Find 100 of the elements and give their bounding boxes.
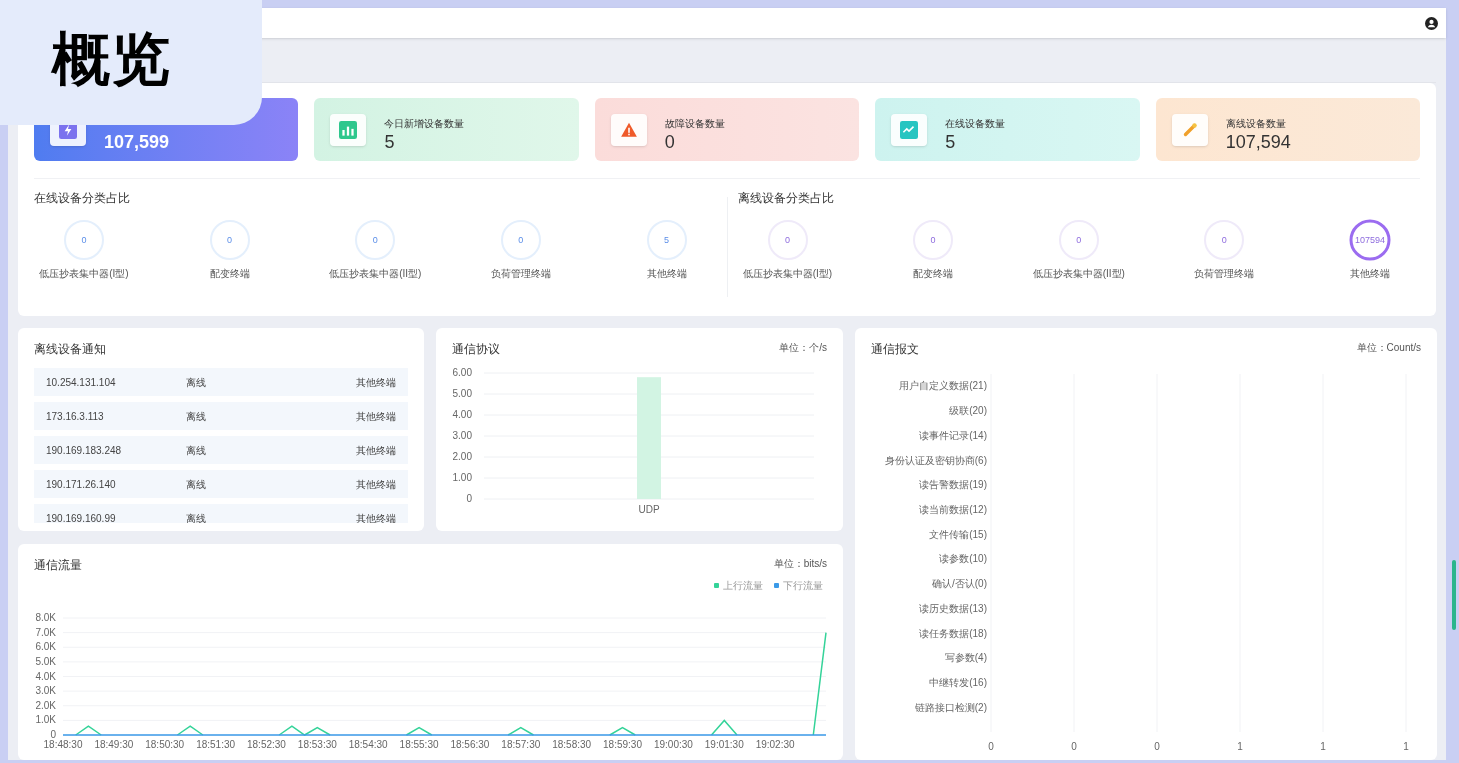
axis-label: 0	[50, 729, 56, 740]
device-type: 其他终端	[356, 375, 396, 390]
axis-label: 5.00	[452, 388, 472, 399]
gauge-label: 低压抄表集中器(I型)	[38, 268, 130, 280]
monitor-icon	[900, 120, 919, 139]
legend-label: 下行流量	[783, 580, 823, 591]
axis-label: 18:55:30	[399, 739, 439, 750]
axis-label: 0	[1154, 741, 1160, 752]
stat-label: 在线设备数量	[945, 117, 1006, 130]
gauge-label: 低压抄表集中器(II型)	[1031, 268, 1126, 280]
axis-label: 读任务数据(18)	[919, 627, 987, 639]
notice-row[interactable]: 190.169.160.99 离线 其他终端	[34, 504, 408, 523]
axis-label: 4.00	[452, 409, 472, 420]
axis-label: 1	[1237, 741, 1243, 752]
axis-label: 18:49:30	[94, 739, 134, 750]
notice-row[interactable]: 190.171.26.140 离线 其他终端	[34, 470, 408, 498]
stat-value: 107,594	[1225, 131, 1291, 154]
gauge-value: 0	[930, 235, 936, 245]
axis-label: 链路接口检测(2)	[914, 701, 987, 713]
ip-address: 190.169.160.99	[46, 511, 117, 523]
notice-row[interactable]: 10.254.131.104 离线 其他终端	[34, 368, 408, 396]
unit-label: 单位：Count/s	[1356, 341, 1421, 355]
unit-label: 单位：bits/s	[773, 557, 827, 571]
section-title: 在线设备分类占比	[34, 190, 131, 207]
bar-chart-icon	[339, 120, 358, 139]
gauge-value: 0	[227, 235, 233, 245]
axis-label: 18:52:30	[247, 739, 286, 750]
ip-address: 10.254.131.104	[46, 375, 117, 390]
gauge-label: 低压抄表集中器(I型)	[741, 268, 834, 280]
stat-value: 107,599	[104, 131, 170, 154]
page-title: 概览	[52, 25, 172, 93]
axis-label: 1.0K	[35, 714, 56, 726]
axis-label: 确认/否认(0)	[932, 578, 987, 590]
axis-label: 1	[1403, 741, 1409, 752]
axis-label: 3.0K	[35, 685, 56, 697]
panel-title: 离线设备通知	[34, 341, 107, 358]
axis-label: 6.0K	[35, 641, 56, 653]
panel-title: 通信流量	[34, 557, 82, 574]
legend-label: 上行流量	[723, 580, 763, 591]
axis-label: 3.00	[452, 430, 472, 441]
scrollbar-thumb[interactable]	[1452, 560, 1456, 630]
notice-row[interactable]: 190.169.183.248 离线 其他终端	[34, 436, 408, 464]
axis-label: 身份认证及密钥协商(6)	[884, 454, 987, 466]
axis-label: 18:50:30	[145, 739, 185, 750]
gauge-label: 配变终端	[912, 268, 955, 280]
status-text: 离线	[186, 443, 207, 458]
axis-label: UDP	[638, 504, 660, 515]
stat-label: 故障设备数量	[664, 117, 725, 130]
axis-label: 用户自定义数据(21)	[899, 380, 987, 392]
gauge-value: 0	[518, 235, 524, 245]
ip-address: 190.169.183.248	[46, 443, 123, 458]
gauge-label: 配变终端	[208, 268, 251, 280]
panel-title: 通信报文	[871, 341, 919, 358]
device-type: 其他终端	[356, 443, 396, 458]
notice-row[interactable]: 173.16.3.113 离线 其他终端	[34, 402, 408, 430]
stat-label: 离线设备数量	[1225, 117, 1287, 130]
axis-label: 5.0K	[35, 655, 56, 667]
axis-label: 1	[1320, 741, 1326, 752]
status-text: 离线	[186, 409, 207, 424]
user-icon[interactable]	[1425, 16, 1438, 30]
device-type: 其他终端	[356, 511, 396, 523]
stat-label: 今日新增设备数量	[384, 117, 465, 130]
axis-label: 0	[988, 741, 994, 752]
axis-label: 19:01:30	[704, 739, 744, 750]
axis-label: 0	[466, 493, 472, 504]
axis-label: 18:53:30	[297, 739, 337, 750]
axis-label: 读参数(10)	[939, 553, 987, 565]
axis-label: 8.0K	[35, 612, 56, 623]
stat-value: 0	[664, 131, 676, 154]
axis-label: 0	[1071, 741, 1077, 752]
axis-label: 18:57:30	[501, 739, 541, 750]
axis-label: 写参数(4)	[944, 652, 987, 664]
axis-label: 读告警数据(19)	[919, 479, 987, 491]
device-type: 其他终端	[356, 409, 396, 424]
gauge-label: 其他终端	[645, 268, 688, 280]
axis-label: 18:48:30	[43, 739, 83, 750]
axis-label: 中继转发(16)	[929, 676, 987, 688]
axis-label: 4.0K	[35, 670, 56, 682]
gauge-value: 0	[785, 235, 790, 245]
panel-title: 通信协议	[452, 341, 500, 358]
stat-value: 5	[384, 131, 396, 154]
ip-address: 190.171.26.140	[46, 477, 117, 492]
status-text: 离线	[186, 375, 207, 390]
ring-gauge	[1347, 217, 1393, 263]
axis-label: 6.00	[452, 367, 472, 378]
gauge-value: 0	[1076, 235, 1082, 245]
section-title: 离线设备分类占比	[737, 190, 835, 207]
gauge-value: 0	[372, 235, 378, 245]
stat-value: 5	[945, 131, 957, 154]
ip-address: 173.16.3.113	[46, 409, 105, 424]
gauge-value: 5	[664, 235, 669, 245]
unit-label: 单位：个/s	[779, 341, 827, 355]
axis-label: 读历史数据(13)	[919, 602, 987, 614]
gauge-value: 0	[81, 235, 87, 245]
axis-label: 19:02:30	[755, 739, 795, 750]
axis-label: 读当前数据(12)	[919, 503, 987, 515]
ring-gauge	[61, 217, 107, 263]
axis-label: 文件传输(15)	[929, 528, 987, 540]
axis-label: 2.0K	[35, 699, 56, 711]
gauge-label: 负荷管理终端	[489, 268, 552, 280]
